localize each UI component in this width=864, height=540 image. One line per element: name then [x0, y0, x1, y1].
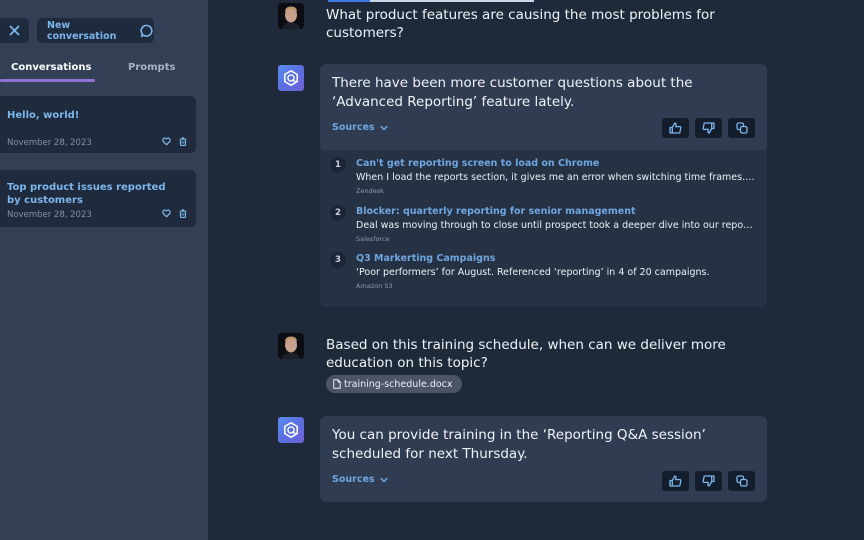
close-icon — [9, 21, 20, 40]
assistant-logo-icon — [282, 69, 300, 87]
thumbs-up-icon — [669, 122, 682, 134]
thumbs-up-button[interactable] — [662, 118, 689, 138]
sidebar: New conversation Conversations Prompts H… — [0, 0, 208, 540]
thumbs-down-button[interactable] — [695, 118, 722, 138]
source-origin: Amazon S3 — [356, 282, 393, 290]
sources-toggle[interactable]: Sources — [332, 122, 388, 133]
conversation-date: November 28, 2023 — [7, 210, 92, 220]
trash-icon[interactable] — [179, 209, 187, 218]
source-title-link[interactable]: Blocker: quarterly reporting for senior … — [356, 206, 636, 217]
thumbs-down-button[interactable] — [695, 471, 722, 491]
thumbs-up-icon — [669, 475, 682, 487]
conversation-item[interactable]: Top product issues reported by customers… — [0, 170, 196, 227]
source-origin: Zendesk — [356, 187, 384, 195]
source-snippet: Deal was moving through to close until p… — [356, 220, 756, 231]
close-sidebar-button[interactable] — [0, 18, 29, 43]
sidebar-tabs: Conversations Prompts — [0, 58, 208, 84]
source-number: 1 — [330, 157, 346, 173]
attachment-chip[interactable]: training-schedule.docx — [326, 375, 462, 393]
assistant-message: You can provide training in the ‘Reporti… — [332, 427, 706, 462]
user-message: Based on this training schedule, when ca… — [326, 337, 726, 371]
sources-toggle[interactable]: Sources — [332, 474, 388, 485]
active-tab-indicator — [0, 79, 95, 82]
sources-label: Sources — [332, 474, 375, 485]
feedback-actions — [662, 471, 755, 491]
assistant-logo-icon — [282, 421, 300, 439]
user-message: What product features are causing the mo… — [326, 7, 715, 41]
tab-conversations[interactable]: Conversations — [11, 62, 91, 73]
thumbs-down-icon — [702, 475, 715, 487]
assistant-message-card: You can provide training in the ‘Reporti… — [320, 416, 767, 502]
source-snippet: ‘Poor performers’ for August. Referenced… — [356, 267, 710, 278]
assistant-avatar — [278, 65, 304, 91]
source-title-link[interactable]: Can't get reporting screen to load on Ch… — [356, 158, 599, 169]
source-title-link[interactable]: Q3 Markerting Campaigns — [356, 253, 495, 264]
thumbs-down-icon — [702, 122, 715, 134]
feedback-actions — [662, 118, 755, 138]
conversation-date: November 28, 2023 — [7, 138, 92, 148]
conversation-item[interactable]: Hello, world! November 28, 2023 — [0, 96, 196, 153]
chevron-down-icon — [379, 477, 388, 483]
heart-icon[interactable] — [162, 137, 171, 146]
previous-attachment-edge — [328, 0, 534, 2]
sources-panel: 1 Can't get reporting screen to load on … — [320, 150, 767, 307]
tab-prompts[interactable]: Prompts — [128, 62, 175, 73]
assistant-message: There have been more customer questions … — [332, 75, 693, 110]
attachment-filename: training-schedule.docx — [344, 378, 453, 390]
source-origin: Salesforce — [356, 235, 390, 243]
source-number: 2 — [330, 205, 346, 221]
conversation-title: Hello, world! — [7, 110, 80, 121]
new-conversation-button[interactable]: New conversation — [37, 18, 154, 43]
copy-button[interactable] — [728, 471, 755, 491]
assistant-message-card: There have been more customer questions … — [320, 64, 767, 152]
copy-icon — [735, 475, 748, 487]
thumbs-up-button[interactable] — [662, 471, 689, 491]
conversation-title: Top product issues reported by customers — [7, 182, 166, 206]
sources-label: Sources — [332, 122, 375, 133]
source-number: 3 — [330, 252, 346, 268]
copy-icon — [735, 122, 748, 134]
heart-icon[interactable] — [162, 209, 171, 218]
chevron-down-icon — [379, 125, 388, 131]
chat-bubble-icon — [140, 24, 154, 38]
user-avatar — [278, 333, 304, 359]
copy-button[interactable] — [728, 118, 755, 138]
new-conversation-label: New conversation — [47, 19, 117, 42]
trash-icon[interactable] — [179, 137, 187, 146]
user-avatar — [278, 3, 304, 29]
assistant-avatar — [278, 417, 304, 443]
file-icon — [333, 379, 341, 389]
source-snippet: When I load the reports section, it give… — [356, 172, 756, 183]
